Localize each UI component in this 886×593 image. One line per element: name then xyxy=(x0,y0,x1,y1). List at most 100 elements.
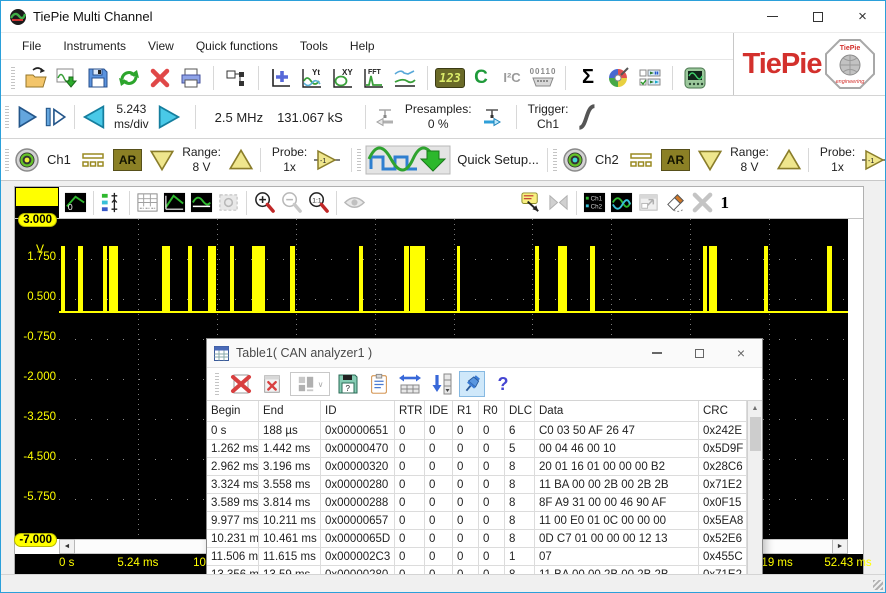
table-cell[interactable]: 0x28C6 xyxy=(699,458,747,476)
delete-icon[interactable] xyxy=(146,64,174,92)
table-cell[interactable]: 3.558 ms xyxy=(259,476,321,494)
table-cell[interactable]: 0x242E xyxy=(699,422,747,440)
table-cell[interactable]: 0 xyxy=(395,512,425,530)
table-cell[interactable]: 11 BA 00 00 2B 00 2B 2B xyxy=(535,476,699,494)
ch2-probe-gain-icon[interactable]: -1 xyxy=(861,146,886,174)
table-row[interactable]: 2.962 ms3.196 ms0x000003200000820 01 16 … xyxy=(207,458,747,476)
table-cell[interactable]: 188 µs xyxy=(259,422,321,440)
toolbar-grip[interactable] xyxy=(357,149,361,171)
table-cell[interactable]: 11.506 ms xyxy=(207,548,259,566)
table-cell[interactable]: 0 xyxy=(479,494,505,512)
serial-analyzer-icon[interactable]: 00110 xyxy=(529,64,557,92)
column-header-id[interactable]: ID xyxy=(321,401,395,422)
remove-rows-icon[interactable] xyxy=(259,371,285,397)
table-cell[interactable]: 6 xyxy=(505,422,535,440)
one-shot-icon[interactable] xyxy=(41,103,69,131)
table-cell[interactable]: 0 xyxy=(453,512,479,530)
table-cell[interactable]: C0 03 50 AF 26 47 xyxy=(535,422,699,440)
table-row[interactable]: 10.231 ms10.461 ms0x0000065D000080D C7 0… xyxy=(207,530,747,548)
table-cell[interactable]: 11.615 ms xyxy=(259,548,321,566)
table-cell[interactable]: 0 xyxy=(395,440,425,458)
column-header-crc[interactable]: CRC xyxy=(699,401,747,422)
table-cell[interactable]: 0 xyxy=(395,530,425,548)
add-graph-icon[interactable] xyxy=(267,64,295,92)
table-cell[interactable]: 10.231 ms xyxy=(207,530,259,548)
quick-setup-label[interactable]: Quick Setup... xyxy=(457,152,539,167)
ch2-coupling-icon[interactable] xyxy=(627,146,655,174)
capacity-meter-icon[interactable]: C xyxy=(467,64,495,92)
table-cell[interactable]: 3.814 ms xyxy=(259,494,321,512)
ch1-range-down-icon[interactable] xyxy=(148,146,176,174)
fit-columns-icon[interactable] xyxy=(397,371,423,397)
save-icon[interactable] xyxy=(84,64,112,92)
toolbar-grip[interactable] xyxy=(5,106,9,128)
menu-item-file[interactable]: File xyxy=(11,35,52,57)
table-cell[interactable]: 8 xyxy=(505,476,535,494)
table-cell[interactable]: 10.461 ms xyxy=(259,530,321,548)
eraser-icon[interactable] xyxy=(663,190,688,216)
toolbar-grip[interactable] xyxy=(553,149,557,171)
table-cell[interactable]: 0x5D9F xyxy=(699,440,747,458)
toolbar-grip[interactable] xyxy=(5,149,9,171)
table-cell[interactable]: 0x00000657 xyxy=(321,512,395,530)
start-stop-list-icon[interactable] xyxy=(636,64,664,92)
column-header-begin[interactable]: Begin xyxy=(207,401,259,422)
table-cell[interactable]: 0x00000320 xyxy=(321,458,395,476)
column-header-r0[interactable]: R0 xyxy=(479,401,505,422)
column-header-dlc[interactable]: DLC xyxy=(505,401,535,422)
table-cell[interactable]: 0 xyxy=(453,422,479,440)
table-cell[interactable]: 00 04 46 00 10 xyxy=(535,440,699,458)
table-cell[interactable]: 0 xyxy=(425,440,453,458)
table-scroll-thumb[interactable] xyxy=(750,417,761,451)
table-cell[interactable]: 0 xyxy=(479,422,505,440)
autoscroll-icon[interactable] xyxy=(428,371,454,397)
table-cell[interactable]: 0x0F15 xyxy=(699,494,747,512)
table-cell[interactable]: 8 xyxy=(505,458,535,476)
table-cell[interactable]: 0x0000065D xyxy=(321,530,395,548)
table-cell[interactable]: 0 xyxy=(425,494,453,512)
table-cell[interactable]: 0 xyxy=(425,422,453,440)
scroll-left-button[interactable]: ◄ xyxy=(59,539,75,554)
menu-item-view[interactable]: View xyxy=(137,35,185,57)
quick-setup-icon[interactable] xyxy=(365,146,451,174)
y-axis-max[interactable]: 3.000 xyxy=(18,213,57,227)
table-cell[interactable]: 9.977 ms xyxy=(207,512,259,530)
toolbar-grip[interactable] xyxy=(215,373,219,395)
table-cell[interactable]: 0x52E6 xyxy=(699,530,747,548)
table-cell[interactable]: 0x00000651 xyxy=(321,422,395,440)
ch1-range-up-icon[interactable] xyxy=(227,146,255,174)
presamples-increase-icon[interactable] xyxy=(478,103,506,131)
scroll-right-button[interactable]: ► xyxy=(832,539,848,554)
yt-graph-icon[interactable]: Yt xyxy=(298,64,326,92)
table-cell[interactable]: 11 00 E0 01 0C 00 00 00 xyxy=(535,512,699,530)
ch1-probe-gain-icon[interactable]: -1 xyxy=(313,146,341,174)
xy-graph-icon[interactable]: XY xyxy=(329,64,357,92)
zoom-in-icon[interactable] xyxy=(252,190,277,216)
copy-table-icon[interactable] xyxy=(366,371,392,397)
table-cell[interactable]: 0 xyxy=(395,422,425,440)
table-close-button[interactable]: × xyxy=(720,339,762,367)
close-button[interactable]: × xyxy=(840,1,885,32)
meter-123-icon[interactable]: 123 xyxy=(436,64,464,92)
column-header-r1[interactable]: R1 xyxy=(453,401,479,422)
table-help-icon[interactable]: ? xyxy=(490,371,516,397)
table-row[interactable]: 0 s188 µs0x0000065100006C0 03 50 AF 26 4… xyxy=(207,422,747,440)
table-cell[interactable]: 0 xyxy=(453,458,479,476)
table-cell[interactable]: 0 xyxy=(453,476,479,494)
table-cell[interactable]: 0 s xyxy=(207,422,259,440)
presamples-decrease-icon[interactable] xyxy=(371,103,399,131)
table-cell[interactable]: 3.324 ms xyxy=(207,476,259,494)
table-cell[interactable]: 8 xyxy=(505,494,535,512)
table-cell[interactable]: 8 xyxy=(505,530,535,548)
table-cell[interactable]: 8 xyxy=(505,512,535,530)
column-header-rtr[interactable]: RTR xyxy=(395,401,425,422)
table-cell[interactable]: 0 xyxy=(395,494,425,512)
table-cell[interactable]: 0 xyxy=(453,530,479,548)
minimize-button[interactable] xyxy=(750,1,795,32)
table-cell[interactable]: 1.442 ms xyxy=(259,440,321,458)
table-cell[interactable]: 0x00000280 xyxy=(321,476,395,494)
table-title-bar[interactable]: Table1( CAN analyzer1 ) × xyxy=(207,339,762,367)
table-cell[interactable]: 0x455C xyxy=(699,548,747,566)
table-cell[interactable]: 0x00000288 xyxy=(321,494,395,512)
waveform-colors-icon[interactable] xyxy=(609,190,634,216)
